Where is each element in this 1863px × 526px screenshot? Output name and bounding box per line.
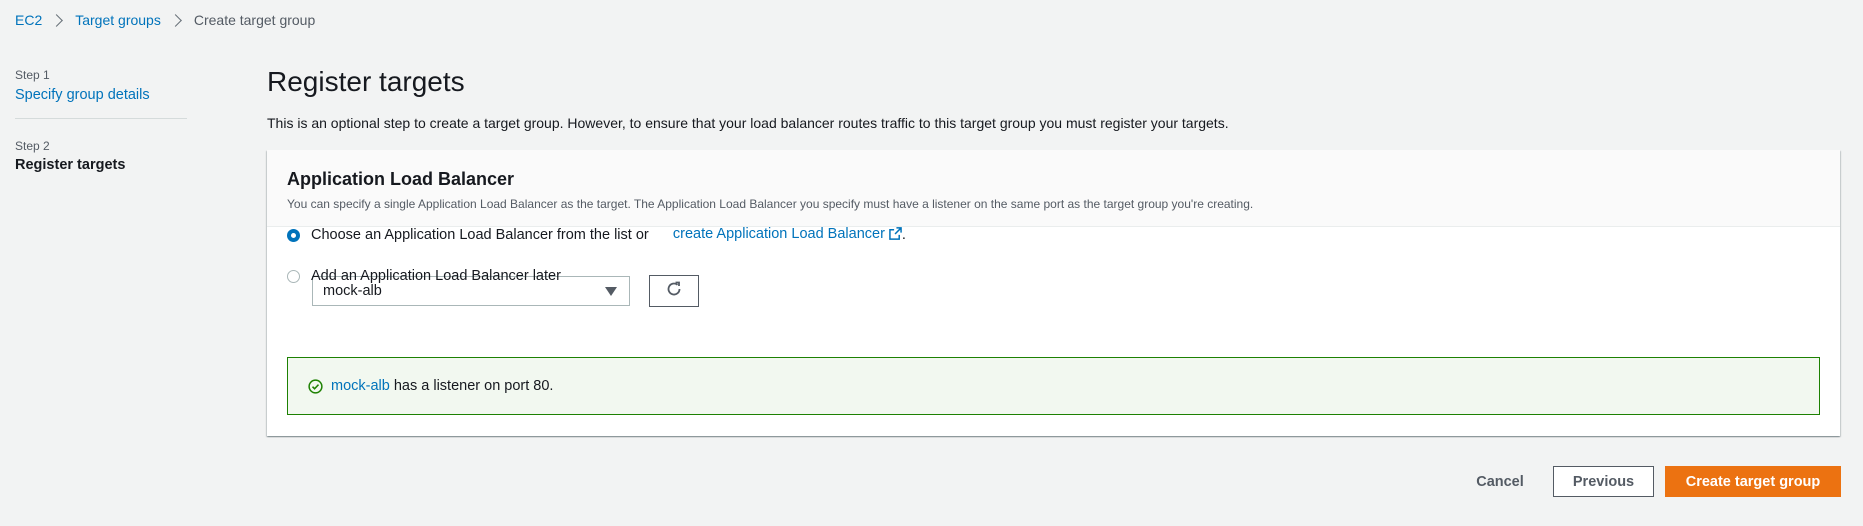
option-choose-alb[interactable]: Choose an Application Load Balancer from… bbox=[287, 210, 906, 260]
step-2: Step 2 Register targets bbox=[15, 139, 187, 173]
page-description: This is an optional step to create a tar… bbox=[267, 115, 1229, 131]
panel-title: Application Load Balancer bbox=[287, 169, 515, 189]
option-add-later[interactable]: Add an Application Load Balancer later bbox=[287, 268, 561, 284]
step-2-label: Step 2 bbox=[15, 139, 50, 153]
step-divider bbox=[15, 118, 187, 119]
chevron-right-icon bbox=[168, 13, 182, 27]
cancel-button[interactable]: Cancel bbox=[1460, 466, 1540, 497]
external-link-icon bbox=[889, 227, 902, 244]
breadcrumb-current: Create target group bbox=[193, 12, 316, 28]
breadcrumb-ec2[interactable]: EC2 bbox=[15, 12, 42, 28]
panel-subtitle: You can specify a single Application Loa… bbox=[287, 197, 1254, 211]
option-choose-alb-text: Choose an Application Load Balancer from… bbox=[311, 227, 649, 243]
chevron-right-icon bbox=[50, 13, 64, 27]
breadcrumb-target-groups[interactable]: Target groups bbox=[75, 12, 161, 28]
alert-text: has a listener on port 80. bbox=[389, 378, 554, 394]
step-1-label: Step 1 bbox=[15, 68, 50, 82]
alb-select-value: mock-alb bbox=[323, 283, 382, 299]
refresh-button[interactable] bbox=[649, 275, 699, 307]
option-add-later-text: Add an Application Load Balancer later bbox=[311, 268, 561, 284]
refresh-icon bbox=[665, 280, 683, 303]
create-alb-link[interactable]: create Application Load Balancer bbox=[649, 210, 902, 260]
option-choose-alb-suffix: . bbox=[901, 227, 906, 243]
page-title: Register targets bbox=[267, 66, 465, 97]
step-1: Step 1 Specify group details bbox=[15, 68, 187, 104]
radio-add-later[interactable] bbox=[287, 269, 300, 283]
success-alert: mock-alb has a listener on port 80. bbox=[287, 357, 1820, 415]
create-alb-link-text: create Application Load Balancer bbox=[672, 226, 885, 242]
create-target-group-button[interactable]: Create target group bbox=[1665, 466, 1841, 497]
step-2-title: Register targets bbox=[15, 157, 126, 173]
alb-panel: Application Load Balancer You can specif… bbox=[267, 150, 1840, 436]
check-circle-icon bbox=[308, 378, 323, 394]
previous-button[interactable]: Previous bbox=[1553, 466, 1654, 497]
step-1-link[interactable]: Specify group details bbox=[15, 87, 150, 103]
breadcrumb: EC2 Target groups Create target group bbox=[15, 12, 315, 28]
caret-down-icon bbox=[605, 287, 617, 296]
alert-alb-link[interactable]: mock-alb bbox=[331, 378, 390, 394]
radio-choose-alb[interactable] bbox=[287, 228, 300, 242]
wizard-steps: Step 1 Specify group details Step 2 Regi… bbox=[15, 68, 187, 173]
